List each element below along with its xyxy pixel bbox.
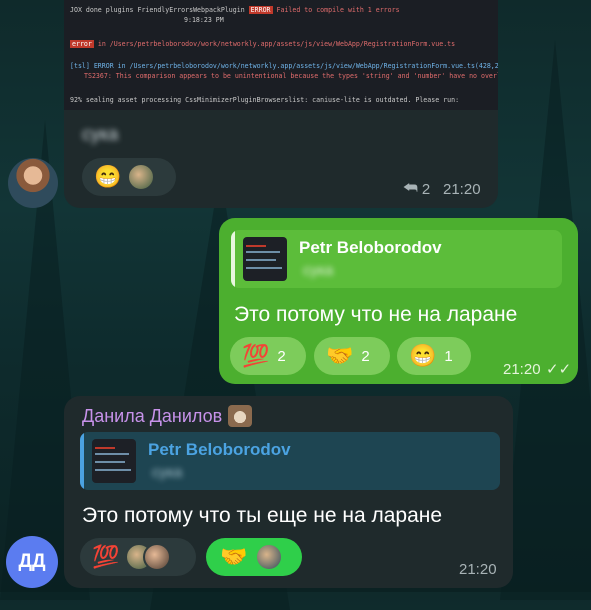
quote-author: Petr Beloborodov [299, 238, 442, 257]
quote-text: сука [303, 262, 334, 279]
code-line: ERROR [248, 6, 273, 14]
reply-quote[interactable]: Petr Beloborodov сука [80, 432, 500, 490]
message-text: Это потому что ты еще не на ларане [82, 504, 443, 527]
code-line: error [70, 40, 94, 48]
code-line: 9:18:23 PM [184, 16, 224, 24]
reply-quote[interactable]: Petr Beloborodov сука [231, 230, 562, 288]
sender-sticker-icon [228, 405, 253, 427]
reactor-avatar [127, 163, 156, 191]
code-line: 92% sealing asset processing CssMinimize… [70, 96, 460, 104]
hundred-points-emoji: 💯 [242, 343, 270, 368]
quote-text: сука [152, 464, 183, 481]
message-time: 21:20 [503, 361, 541, 378]
code-line: Failed to compile with 1 errors [276, 6, 400, 14]
reaction-pill[interactable]: 😁 [82, 158, 176, 196]
message-text: Это потому что не на ларане [234, 303, 518, 326]
quote-author: Petr Beloborodov [148, 440, 291, 459]
reply-arrow-icon: ⮪ [403, 180, 418, 197]
user-avatar[interactable] [8, 158, 58, 208]
reactor-avatar [255, 543, 284, 571]
code-line: [tsl] ERROR in /Users/petrbeloborodov/wo… [70, 62, 498, 70]
code-line: JOX done plugins FriendlyErrorsWebpackPl… [70, 6, 245, 14]
hundred-points-emoji: 💯 [92, 544, 120, 569]
grinning-face-emoji: 😁 [409, 343, 437, 368]
reaction-pill[interactable]: 😁 1 [397, 337, 471, 375]
avatar-initials: ДД [18, 551, 46, 572]
reply-count[interactable]: ⮪ 2 [403, 180, 430, 198]
reaction-count: 1 [444, 347, 453, 365]
reaction-count: 2 [277, 347, 286, 365]
message-time: 21:20 [443, 181, 481, 198]
quote-thumbnail [92, 439, 136, 483]
reaction-pill[interactable]: 💯 [80, 538, 196, 576]
code-line: TS2367: This comparison appears to be un… [84, 72, 498, 80]
handshake-emoji: 🤝 [326, 343, 354, 368]
reactor-avatar [143, 543, 172, 571]
message-text: сука [82, 124, 119, 144]
quote-bar [231, 230, 235, 288]
handshake-emoji: 🤝 [220, 544, 248, 569]
quote-thumbnail [243, 237, 287, 281]
reaction-pill[interactable]: 🤝 2 [314, 337, 390, 375]
reaction-pill-selected[interactable]: 🤝 [206, 538, 302, 576]
double-check-icon: ✓✓ [546, 361, 572, 378]
code-screenshot-image[interactable]: JOX done plugins FriendlyErrorsWebpackPl… [64, 0, 498, 110]
reaction-pill[interactable]: 💯 2 [230, 337, 306, 375]
grinning-face-emoji: 😁 [94, 164, 122, 189]
quote-bar [80, 432, 84, 490]
message-time: 21:20 [459, 561, 497, 578]
sender-name: Данила Данилов [82, 405, 253, 427]
reaction-count: 2 [361, 347, 370, 365]
code-line: in /Users/petrbeloborodov/work/networkly… [97, 40, 456, 48]
user-avatar[interactable]: ДД [6, 536, 58, 588]
